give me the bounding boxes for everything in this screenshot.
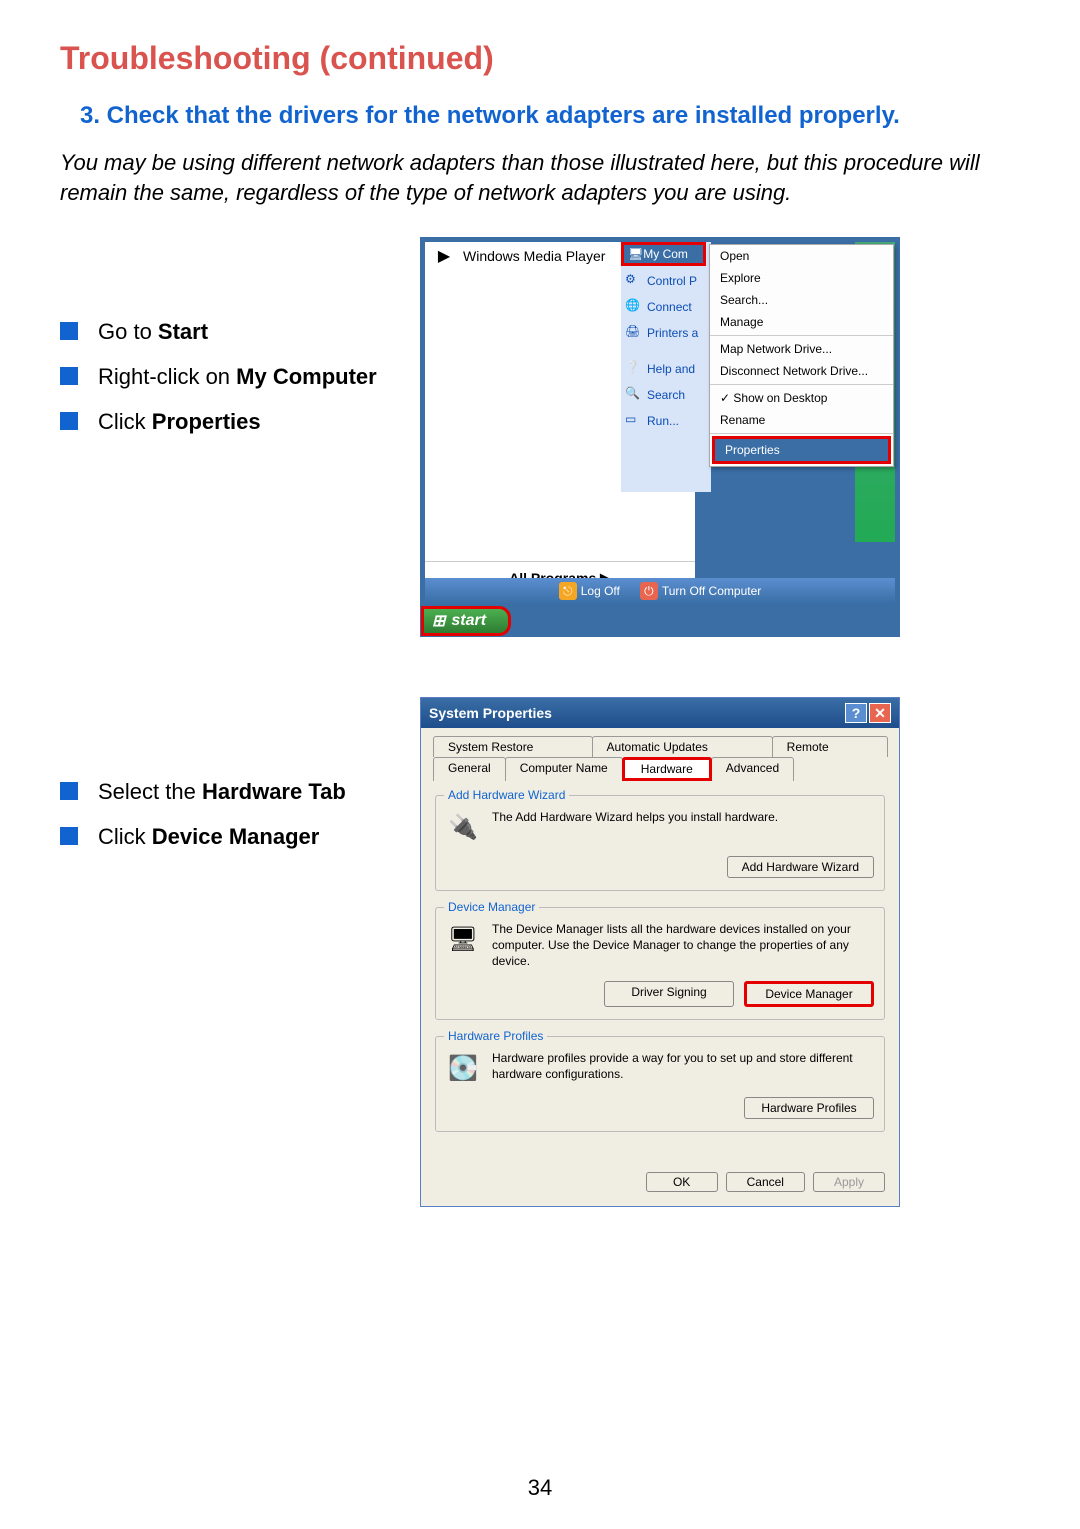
instruction-text: Go to Start bbox=[98, 317, 208, 348]
add-hardware-wizard-button[interactable]: Add Hardware Wizard bbox=[727, 856, 874, 878]
dialog-title: System Properties bbox=[429, 705, 552, 721]
separator bbox=[710, 384, 893, 385]
logoff-button[interactable]: ⎋ Log Off bbox=[559, 582, 620, 600]
section-heading: 3. Check that the drivers for the networ… bbox=[80, 102, 1020, 130]
tab-advanced[interactable]: Advanced bbox=[711, 757, 794, 781]
page-title: Troubleshooting (continued) bbox=[60, 40, 1020, 77]
start-item-controlpanel[interactable]: ⚙Control P bbox=[621, 268, 711, 294]
tab-computer-name[interactable]: Computer Name bbox=[505, 757, 623, 781]
my-computer-highlighted[interactable]: 🖥 My Com bbox=[621, 242, 706, 266]
ctx-map-drive[interactable]: Map Network Drive... bbox=[710, 338, 893, 360]
ctx-rename[interactable]: Rename bbox=[710, 409, 893, 431]
start-bottom-bar: ⎋ Log Off ⏻ Turn Off Computer bbox=[425, 578, 895, 604]
start-menu-screenshot: ▶ Windows Media Player All Programs ▶ ⚙C… bbox=[420, 237, 1020, 637]
group-add-hardware: Add Hardware Wizard 🔌 The Add Hardware W… bbox=[435, 795, 885, 891]
power-icon: ⏻ bbox=[640, 582, 658, 600]
hardware-profiles-button[interactable]: Hardware Profiles bbox=[744, 1097, 874, 1119]
tab-system-restore[interactable]: System Restore bbox=[433, 736, 593, 757]
search-icon: 🔍 bbox=[625, 386, 643, 404]
close-button[interactable]: ✕ bbox=[869, 703, 891, 723]
run-icon: ▭ bbox=[625, 412, 643, 430]
bullet-icon bbox=[60, 367, 78, 385]
help-button[interactable]: ? bbox=[845, 703, 867, 723]
instructions-group-2: Select the Hardware Tab Click Device Man… bbox=[60, 697, 420, 867]
page-number: 34 bbox=[0, 1475, 1080, 1501]
ctx-explore[interactable]: Explore bbox=[710, 267, 893, 289]
device-manager-button-highlighted[interactable]: Device Manager bbox=[744, 981, 874, 1007]
ok-button[interactable]: OK bbox=[646, 1172, 718, 1192]
group-text: The Add Hardware Wizard helps you instal… bbox=[492, 810, 874, 826]
ctx-open[interactable]: Open bbox=[710, 245, 893, 267]
context-menu: Open Explore Search... Manage Map Networ… bbox=[709, 244, 894, 467]
wmp-icon: ▶ bbox=[433, 245, 455, 267]
ctx-search[interactable]: Search... bbox=[710, 289, 893, 311]
group-title: Hardware Profiles bbox=[444, 1029, 547, 1043]
row-sysprops: Select the Hardware Tab Click Device Man… bbox=[60, 697, 1020, 1207]
bullet-icon bbox=[60, 782, 78, 800]
turnoff-button[interactable]: ⏻ Turn Off Computer bbox=[640, 582, 761, 600]
logoff-icon: ⎋ bbox=[559, 582, 577, 600]
instruction-text: Click Properties bbox=[98, 407, 261, 438]
tab-remote[interactable]: Remote bbox=[772, 736, 888, 757]
instruction-text: Select the Hardware Tab bbox=[98, 777, 346, 808]
sysprops-screenshot: System Properties ? ✕ System Restore Aut… bbox=[420, 697, 1020, 1207]
bullet-icon bbox=[60, 827, 78, 845]
help-icon: ❔ bbox=[625, 360, 643, 378]
instruction-item: Click Properties bbox=[60, 407, 420, 438]
tab-general[interactable]: General bbox=[433, 757, 506, 781]
tabs-row-1: System Restore Automatic Updates Remote bbox=[421, 728, 899, 757]
instruction-text: Click Device Manager bbox=[98, 822, 319, 853]
tabs-row-2: General Computer Name Hardware Advanced bbox=[421, 757, 899, 781]
instruction-text: Right-click on My Computer bbox=[98, 362, 377, 393]
group-title: Add Hardware Wizard bbox=[444, 788, 569, 802]
cancel-button[interactable]: Cancel bbox=[726, 1172, 805, 1192]
printer-icon: 🖨 bbox=[625, 324, 643, 342]
intro-text: You may be using different network adapt… bbox=[60, 148, 1020, 207]
tab-hardware-highlighted[interactable]: Hardware bbox=[622, 757, 712, 781]
connect-icon: 🌐 bbox=[625, 298, 643, 316]
start-item-connect[interactable]: 🌐Connect bbox=[621, 294, 711, 320]
windows-icon: ⊞ bbox=[432, 611, 445, 631]
start-item-run[interactable]: ▭Run... bbox=[621, 408, 711, 434]
computer-icon: 🖥 bbox=[628, 247, 643, 261]
row-start-menu: Go to Start Right-click on My Computer C… bbox=[60, 237, 1020, 637]
group-title: Device Manager bbox=[444, 900, 539, 914]
hardware-wizard-icon: 🔌 bbox=[446, 810, 480, 844]
ctx-disconnect-drive[interactable]: Disconnect Network Drive... bbox=[710, 360, 893, 382]
tab-automatic-updates[interactable]: Automatic Updates bbox=[592, 736, 773, 757]
start-item-search[interactable]: 🔍Search bbox=[621, 382, 711, 408]
instructions-group-1: Go to Start Right-click on My Computer C… bbox=[60, 237, 420, 451]
separator bbox=[710, 433, 893, 434]
group-hardware-profiles: Hardware Profiles 💽 Hardware profiles pr… bbox=[435, 1036, 885, 1132]
instruction-item: Click Device Manager bbox=[60, 822, 420, 853]
bullet-icon bbox=[60, 412, 78, 430]
ctx-manage[interactable]: Manage bbox=[710, 311, 893, 333]
instruction-item: Select the Hardware Tab bbox=[60, 777, 420, 808]
ctx-properties-highlighted[interactable]: Properties bbox=[712, 436, 891, 464]
group-text: The Device Manager lists all the hardwar… bbox=[492, 922, 874, 969]
group-text: Hardware profiles provide a way for you … bbox=[492, 1051, 874, 1082]
apply-button[interactable]: Apply bbox=[813, 1172, 885, 1192]
ctx-show-desktop[interactable]: Show on Desktop bbox=[710, 387, 893, 409]
bullet-icon bbox=[60, 322, 78, 340]
start-button-highlighted[interactable]: ⊞ start bbox=[421, 606, 511, 636]
driver-signing-button[interactable]: Driver Signing bbox=[604, 981, 734, 1007]
device-manager-icon: 🖥 bbox=[446, 922, 480, 956]
dialog-footer: OK Cancel Apply bbox=[421, 1162, 899, 1206]
controlpanel-icon: ⚙ bbox=[625, 272, 643, 290]
hardware-profiles-icon: 💽 bbox=[446, 1051, 480, 1085]
separator bbox=[710, 335, 893, 336]
dialog-titlebar: System Properties ? ✕ bbox=[421, 698, 899, 728]
instruction-item: Right-click on My Computer bbox=[60, 362, 420, 393]
start-item-help[interactable]: ❔Help and bbox=[621, 356, 711, 382]
group-device-manager: Device Manager 🖥 The Device Manager list… bbox=[435, 907, 885, 1020]
instruction-item: Go to Start bbox=[60, 317, 420, 348]
start-item-printers[interactable]: 🖨Printers a bbox=[621, 320, 711, 346]
